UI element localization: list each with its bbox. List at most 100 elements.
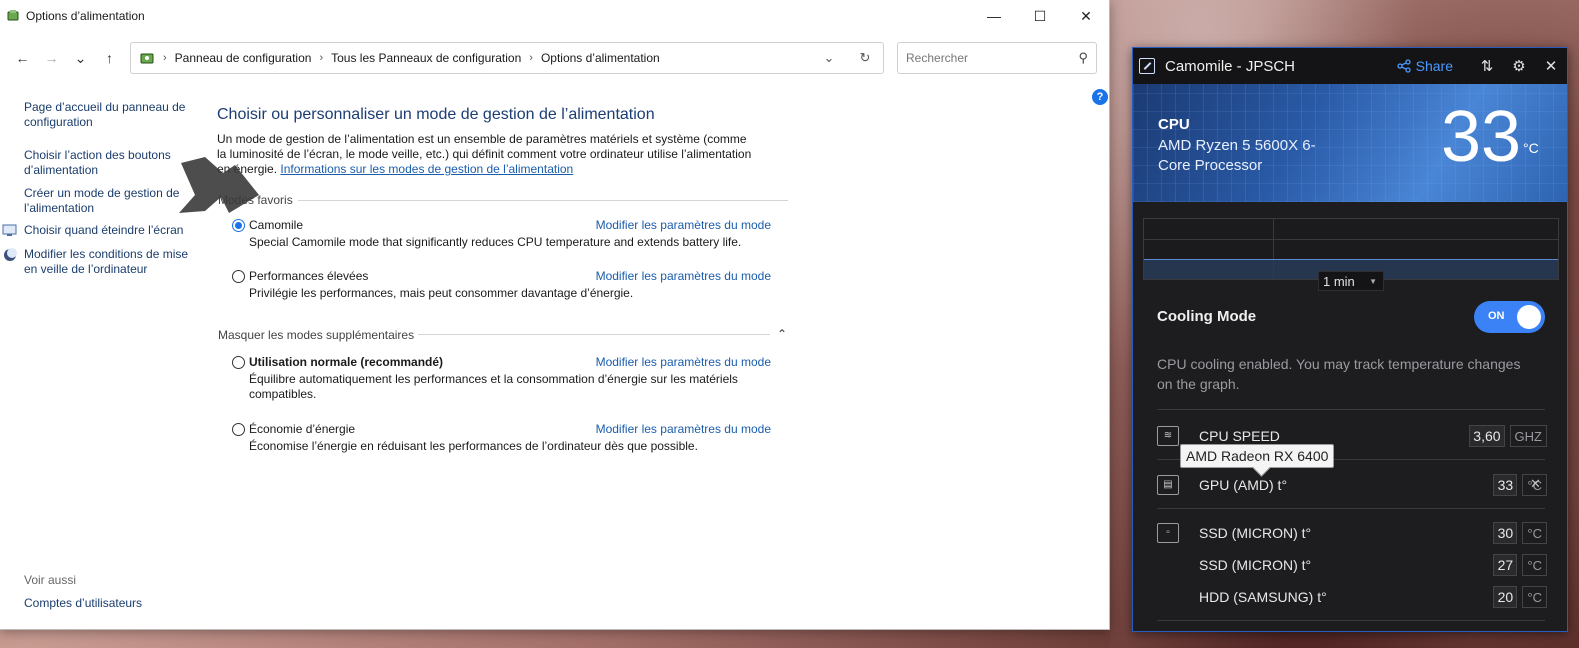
cpu-temperature-unit: °C bbox=[1523, 140, 1539, 156]
gpu-card-icon: ▤ bbox=[1157, 475, 1179, 495]
share-button[interactable]: Share bbox=[1396, 58, 1453, 74]
plan-power-saver-radio[interactable] bbox=[232, 422, 245, 436]
metric-label: CPU SPEED bbox=[1199, 428, 1280, 444]
main-content: Choisir ou personnaliser un mode de gest… bbox=[217, 106, 797, 177]
plan-high-performance: Performances élevées Modifier les paramè… bbox=[232, 269, 792, 301]
metric-label: HDD (SAMSUNG) t° bbox=[1199, 589, 1327, 605]
breadcrumb-separator-icon: › bbox=[319, 52, 324, 64]
back-arrow-icon[interactable]: ← bbox=[8, 50, 37, 66]
search-icon[interactable]: ⚲ bbox=[1078, 50, 1088, 66]
section-divider bbox=[1157, 508, 1545, 509]
sliders-icon[interactable]: ⇅ bbox=[1471, 57, 1503, 75]
metric-unit: °C bbox=[1522, 554, 1547, 576]
metric-ssd-micron-1: ▫ SSD (MICRON) t° 30 °C bbox=[1157, 520, 1547, 546]
drive-icon: ▫ bbox=[1157, 523, 1179, 543]
plan-high-performance-radio[interactable] bbox=[232, 269, 245, 283]
pointer-arrow-icon bbox=[179, 157, 259, 213]
metric-unit: °C bbox=[1522, 522, 1547, 544]
leftnav-sleep-settings[interactable]: Modifier les conditions de mise en veill… bbox=[24, 247, 199, 277]
metric-ssd-micron-2: SSD (MICRON) t° 27 °C bbox=[1157, 552, 1547, 578]
gear-icon[interactable]: ⚙ bbox=[1503, 57, 1535, 75]
plan-power-saver-settings-link[interactable]: Modifier les paramètres du mode bbox=[596, 422, 771, 436]
address-bar[interactable]: › Panneau de configuration › Tous les Pa… bbox=[130, 42, 884, 74]
control-panel-icon bbox=[140, 53, 154, 64]
metric-value: 33 bbox=[1493, 474, 1518, 496]
cooling-mode-description: CPU cooling enabled. You may track tempe… bbox=[1157, 356, 1521, 392]
breadcrumb-separator-icon: › bbox=[163, 52, 167, 64]
metric-unit: GHZ bbox=[1509, 425, 1547, 447]
cooling-mode-title: Cooling Mode bbox=[1157, 308, 1257, 325]
maximize-button[interactable]: ☐ bbox=[1017, 0, 1063, 32]
recent-locations-chevron-icon[interactable]: ⌄ bbox=[66, 50, 95, 67]
window-title: Options d’alimentation bbox=[26, 9, 145, 23]
plan-camomile-settings-link[interactable]: Modifier les paramètres du mode bbox=[596, 218, 771, 232]
leftnav-turn-off-display[interactable]: Choisir quand éteindre l’écran bbox=[24, 223, 199, 238]
plan-balanced-settings-link[interactable]: Modifier les paramètres du mode bbox=[596, 355, 771, 369]
metric-label: SSD (MICRON) t° bbox=[1199, 557, 1312, 573]
plan-balanced-name[interactable]: Utilisation normale (recommandé) bbox=[249, 355, 443, 369]
leftnav-create-plan[interactable]: Créer un mode de gestion de l’alimentati… bbox=[24, 186, 199, 216]
remove-metric-icon[interactable]: ✕ bbox=[1530, 476, 1541, 492]
plan-balanced-description: Équilibre automatiquement les performanc… bbox=[249, 372, 738, 401]
graph-range-select[interactable]: 1 min ▼ bbox=[1318, 271, 1384, 291]
range-caret-icon: ▼ bbox=[1369, 276, 1377, 286]
breadcrumb-control-panel[interactable]: Panneau de configuration bbox=[175, 51, 312, 65]
minimize-button[interactable]: — bbox=[971, 0, 1017, 32]
section-divider bbox=[1157, 409, 1545, 410]
metric-unit: °C bbox=[1522, 586, 1547, 608]
cpu-banner: CPU AMD Ryzen 5 5600X 6-Core Processor 3… bbox=[1133, 84, 1567, 202]
plan-balanced-radio[interactable] bbox=[232, 355, 245, 369]
section-divider bbox=[418, 334, 770, 335]
graph-line bbox=[1144, 259, 1558, 260]
plan-power-saver: Économie d’énergie Modifier les paramètr… bbox=[232, 422, 792, 454]
metric-gpu-temperature: ▤ GPU (AMD) t° 33 °C bbox=[1157, 472, 1547, 498]
graph-range-value: 1 min bbox=[1323, 273, 1355, 289]
address-dropdown-chevron-icon[interactable]: ⌄ bbox=[811, 50, 847, 66]
gpu-tooltip: AMD Radeon RX 6400 bbox=[1180, 444, 1335, 468]
see-also-label: Voir aussi bbox=[24, 573, 77, 587]
camomile-panel: Camomile - JPSCH Share ⇅ ⚙ ✕ CPU AMD Ryz… bbox=[1132, 47, 1568, 632]
refresh-icon[interactable]: ↻ bbox=[847, 50, 883, 66]
toggle-label: ON bbox=[1488, 310, 1505, 322]
display-icon bbox=[2, 224, 17, 236]
help-icon[interactable]: ? bbox=[1092, 89, 1108, 105]
more-plans-section-title[interactable]: Masquer les modes supplémentaires bbox=[218, 328, 414, 342]
page-description: Un mode de gestion de l’alimentation est… bbox=[217, 132, 757, 177]
cpu-speed-icon: ≋ bbox=[1157, 426, 1179, 446]
metric-label: SSD (MICRON) t° bbox=[1199, 525, 1312, 541]
plan-high-performance-name[interactable]: Performances élevées bbox=[249, 269, 368, 283]
user-accounts-link[interactable]: Comptes d’utilisateurs bbox=[24, 596, 142, 610]
metric-value: 20 bbox=[1493, 586, 1518, 608]
metric-hdd-samsung: HDD (SAMSUNG) t° 20 °C bbox=[1157, 584, 1547, 610]
forward-arrow-icon[interactable]: → bbox=[37, 50, 66, 66]
plan-camomile: Camomile Modifier les paramètres du mode… bbox=[232, 218, 792, 250]
metric-icon-placeholder bbox=[1157, 555, 1179, 575]
breadcrumb-separator-icon: › bbox=[529, 52, 533, 64]
plan-camomile-description: Special Camomile mode that significantly… bbox=[249, 235, 742, 249]
cooling-mode-toggle[interactable]: ON bbox=[1474, 301, 1545, 333]
camomile-title-bar: Camomile - JPSCH Share ⇅ ⚙ ✕ bbox=[1133, 48, 1567, 84]
close-button[interactable]: ✕ bbox=[1063, 0, 1109, 32]
search-input[interactable]: Rechercher bbox=[906, 51, 968, 65]
leftnav-control-panel-home[interactable]: Page d’accueil du panneau de configurati… bbox=[24, 100, 199, 130]
page-title: Choisir ou personnaliser un mode de gest… bbox=[217, 106, 655, 123]
up-arrow-icon[interactable]: ↑ bbox=[95, 50, 124, 66]
breadcrumb-power-options[interactable]: Options d’alimentation bbox=[541, 51, 660, 65]
metric-value: 3,60 bbox=[1469, 425, 1505, 447]
cpu-label: CPU bbox=[1158, 116, 1190, 133]
metric-value: 30 bbox=[1493, 522, 1518, 544]
power-options-window: Options d’alimentation — ☐ ✕ ← → ⌄ ↑ › P… bbox=[0, 0, 1110, 630]
leftnav-power-buttons[interactable]: Choisir l’action des boutons d’alimentat… bbox=[24, 148, 199, 178]
share-icon bbox=[1396, 59, 1411, 73]
plan-high-performance-settings-link[interactable]: Modifier les paramètres du mode bbox=[596, 269, 771, 283]
collapse-chevron-icon[interactable]: ⌃ bbox=[777, 327, 787, 341]
camomile-close-icon[interactable]: ✕ bbox=[1535, 57, 1567, 75]
search-box[interactable]: Rechercher ⚲ bbox=[897, 42, 1097, 74]
camomile-logo-icon bbox=[1139, 58, 1155, 74]
plan-power-saver-name[interactable]: Économie d’énergie bbox=[249, 422, 355, 436]
power-plans-info-link[interactable]: Informations sur les modes de gestion de… bbox=[280, 162, 573, 176]
breadcrumb-all-control-panels[interactable]: Tous les Panneaux de configuration bbox=[331, 51, 521, 65]
graph-gridline bbox=[1273, 219, 1274, 279]
share-label: Share bbox=[1415, 58, 1453, 74]
metric-icon-placeholder bbox=[1157, 587, 1179, 607]
